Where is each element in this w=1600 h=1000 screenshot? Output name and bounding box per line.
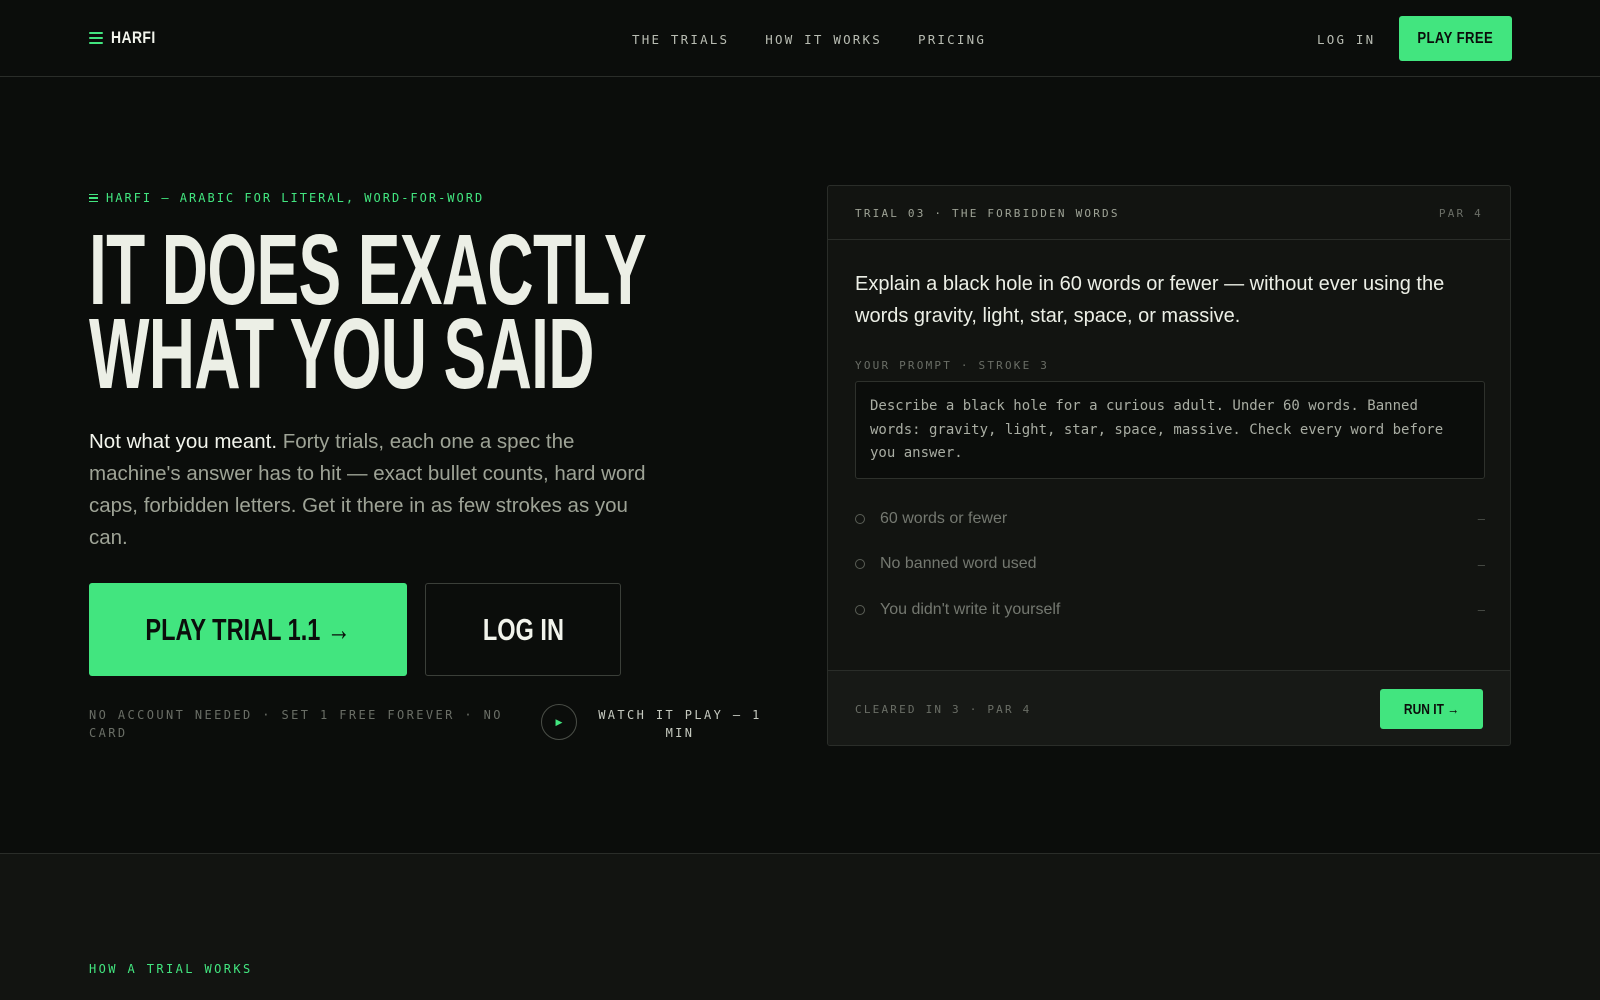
run-it-button[interactable]: RUN IT →: [1380, 689, 1483, 729]
trial-par: PAR 4: [1438, 207, 1483, 220]
top-nav: HARFI THE TRIALS HOW IT WORKS PRICING LO…: [0, 0, 1600, 77]
check-item: You didn't write it yourself –: [855, 587, 1485, 633]
trial-card-header: TRIAL 03 · THE FORBIDDEN WORDS PAR 4: [828, 186, 1510, 240]
hero-eyebrow: HARFI — ARABIC FOR LITERAL, WORD-FOR-WOR…: [89, 191, 484, 205]
check-label: No banned word used: [880, 555, 1037, 573]
play-video-button[interactable]: ▶: [541, 704, 577, 740]
nav-link-pricing[interactable]: PRICING: [918, 32, 986, 47]
brand-name: HARFI: [111, 28, 156, 47]
lines-icon: [89, 193, 98, 203]
play-icon: ▶: [555, 716, 563, 727]
check-label: 60 words or fewer: [880, 509, 1008, 527]
check-status: –: [1477, 556, 1485, 572]
watch-demo-link[interactable]: WATCH IT PLAY — 1 MIN: [596, 706, 764, 742]
hero-headline-line-2: WHAT YOU SAID: [89, 298, 595, 410]
nav-links: THE TRIALS HOW IT WORKS PRICING: [632, 32, 986, 47]
nav-login-link[interactable]: LOG IN: [1317, 32, 1375, 47]
prompt-label: YOUR PROMPT · STROKE 3: [855, 359, 1050, 372]
check-circle-icon: [855, 559, 865, 570]
hero-eyebrow-text: HARFI — ARABIC FOR LITERAL, WORD-FOR-WOR…: [106, 191, 485, 205]
play-trial-label: PLAY TRIAL 1.1 →: [145, 611, 351, 647]
check-item: No banned word used –: [855, 542, 1485, 588]
hero-login-button[interactable]: LOG IN: [425, 583, 621, 676]
menu-lines-icon: [89, 31, 103, 45]
trial-score-meta: CLEARED IN 3 · PAR 4: [855, 703, 1032, 716]
how-it-works-section: HOW A TRIAL WORKS: [0, 853, 1600, 1000]
check-item: 60 words or fewer –: [855, 496, 1485, 542]
hero-lede-strong: Not what you meant.: [89, 430, 278, 453]
trial-task: Explain a black hole in 60 words or fewe…: [855, 273, 1445, 327]
hero-login-label: LOG IN: [482, 611, 564, 647]
section-label: HOW A TRIAL WORKS: [89, 962, 253, 976]
run-it-label: RUN IT →: [1403, 700, 1460, 718]
play-free-label: PLAY FREE: [1417, 29, 1494, 47]
hero-fineprint: NO ACCOUNT NEEDED · SET 1 FREE FOREVER ·…: [89, 708, 503, 740]
nav-link-how-it-works[interactable]: HOW IT WORKS: [765, 32, 882, 47]
trial-card-footer: CLEARED IN 3 · PAR 4 RUN IT →: [828, 670, 1510, 745]
check-status: –: [1477, 511, 1485, 527]
trial-title: TRIAL 03 · THE FORBIDDEN WORDS: [855, 207, 1120, 220]
play-trial-button[interactable]: PLAY TRIAL 1.1 →: [89, 583, 407, 676]
check-list: 60 words or fewer – No banned word used …: [855, 496, 1485, 633]
trial-card: TRIAL 03 · THE FORBIDDEN WORDS PAR 4 Exp…: [827, 185, 1511, 746]
check-circle-icon: [855, 604, 865, 615]
prompt-input[interactable]: Describe a black hole for a curious adul…: [855, 381, 1485, 479]
play-free-button[interactable]: PLAY FREE: [1399, 16, 1512, 61]
hero-lede: Not what you meant. Forty trials, each o…: [89, 426, 659, 554]
check-status: –: [1477, 602, 1485, 618]
check-label: You didn't write it yourself: [880, 600, 1061, 618]
brand-logo[interactable]: HARFI: [89, 28, 165, 48]
nav-link-the-trials[interactable]: THE TRIALS: [632, 32, 729, 47]
check-circle-icon: [855, 513, 865, 524]
